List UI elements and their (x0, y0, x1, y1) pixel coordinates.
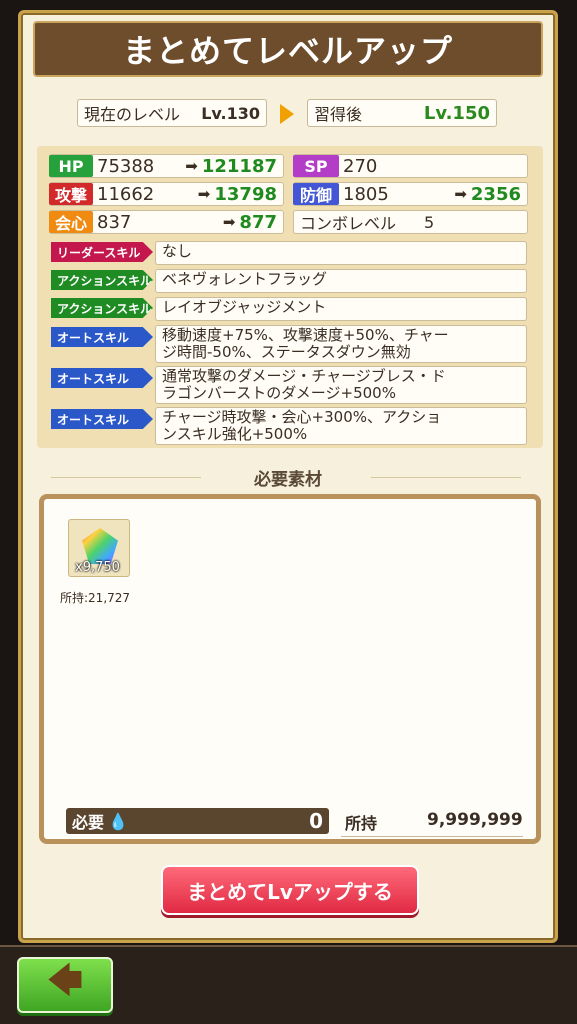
defense-to: 2356 (470, 183, 521, 205)
material-owned: 所持:21,727 (60, 591, 131, 605)
owned-label: 所持 (345, 814, 378, 833)
auto-skill-line: ンスキル強化+500% (162, 425, 308, 443)
auto-skill-text: 移動速度+75%、攻撃速度+50%、チャー ジ時間-50%、ステータスダウン無効 (155, 325, 527, 363)
defense-from: 1805 (343, 183, 389, 205)
stat-critical: 会心 837 ➡ 877 (49, 210, 284, 234)
materials-header-label: 必要素材 (244, 464, 332, 490)
critical-to: 877 (239, 211, 277, 233)
back-arrow-icon: 🡄 (47, 960, 83, 1001)
defense-tag: 防御 (293, 183, 339, 205)
arrow-right-icon (280, 104, 294, 124)
page-title: まとめてレベルアップ (122, 32, 453, 70)
auto-skill-text: 通常攻撃のダメージ・チャージブレス・ド ラゴンバーストのダメージ+500% (155, 366, 527, 404)
footer-bar: 🡄 (0, 945, 577, 1024)
after-level-label: 習得後 (314, 105, 363, 124)
hp-from: 75388 (97, 155, 155, 177)
hp-tag: HP (49, 155, 93, 177)
current-level-box: 現在のレベル Lv.130 (77, 99, 267, 127)
attack-tag: 攻撃 (49, 183, 93, 205)
auto-skill-line: 通常攻撃のダメージ・チャージブレス・ド (162, 367, 446, 385)
arrow-right-icon: ➡ (185, 157, 198, 175)
auto-skill-line: 移動速度+75%、攻撃速度+50%、チャー (162, 326, 449, 344)
current-level-value: Lv.130 (201, 103, 260, 123)
arrow-right-icon: ➡ (197, 185, 211, 203)
materials-box: x9,750 所持:21,727 必要 💧 0 所持 9,999,999 (39, 494, 541, 844)
leader-skill-text: なし (155, 241, 527, 265)
auto-skill-line: ラゴンバーストのダメージ+500% (162, 384, 396, 402)
action-skill-tag: アクションスキル (51, 298, 153, 318)
combo-level-label: コンボレベル (300, 214, 397, 233)
auto-skill-tag: オートスキル (51, 368, 153, 388)
stats-panel: HP 75388 ➡ 121187 SP 270 攻撃 11662 ➡ 1379… (37, 146, 543, 448)
auto-skill-tag: オートスキル (51, 327, 153, 347)
after-level-value: Lv.150 (423, 102, 490, 124)
auto-skill-tag: オートスキル (51, 409, 153, 429)
stat-hp: HP 75388 ➡ 121187 (49, 154, 284, 178)
attack-to: 13798 (214, 183, 277, 205)
arrow-right-icon: ➡ (222, 213, 236, 231)
action-skill-text: ベネヴォレントフラッグ (155, 269, 527, 293)
auto-skill-text: チャージ時攻撃・会心+300%、アクショ ンスキル強化+500% (155, 407, 527, 445)
sp-value: 270 (343, 155, 378, 177)
auto-skill-line: ジ時間-50%、ステータスダウン無効 (162, 343, 411, 361)
sp-tag: SP (293, 155, 339, 177)
after-level-box: 習得後 Lv.150 (307, 99, 497, 127)
title-bar: まとめてレベルアップ (33, 21, 543, 77)
leader-skill-tag: リーダースキル (51, 242, 153, 262)
combo-level-value: 5 (424, 212, 435, 232)
level-up-panel: まとめてレベルアップ 現在のレベル Lv.130 習得後 Lv.150 HP 7… (18, 10, 558, 943)
material-item[interactable]: x9,750 (68, 519, 130, 577)
water-drop-icon: 💧 (108, 811, 128, 831)
arrow-right-icon: ➡ (454, 185, 467, 203)
stat-attack: 攻撃 11662 ➡ 13798 (49, 182, 284, 206)
divider (371, 477, 521, 478)
hp-to: 121187 (201, 155, 277, 177)
level-row: 現在のレベル Lv.130 習得後 Lv.150 (77, 99, 507, 129)
action-skill-tag: アクションスキル (51, 270, 153, 290)
critical-tag: 会心 (49, 211, 93, 233)
auto-skill-line: チャージ時攻撃・会心+300%、アクショ (162, 408, 442, 426)
current-level-label: 現在のレベル (84, 105, 181, 124)
required-label: 必要 (72, 813, 105, 832)
rainbow-crystal-icon (82, 528, 118, 564)
back-button[interactable]: 🡄 (17, 957, 113, 1013)
stat-defense: 防御 1805 ➡ 2356 (293, 182, 528, 206)
stat-combo-level: コンボレベル 5 (293, 210, 528, 234)
materials-header: 必要素材 (21, 464, 555, 490)
stat-sp: SP 270 (293, 154, 528, 178)
critical-from: 837 (97, 211, 132, 233)
required-bar: 必要 💧 0 (66, 808, 329, 834)
divider (341, 836, 523, 837)
required-value: 0 (309, 809, 323, 833)
divider (51, 477, 201, 478)
action-skill-text: レイオブジャッジメント (155, 297, 527, 321)
attack-from: 11662 (97, 183, 155, 205)
bulk-level-up-button[interactable]: まとめてLvアップする (161, 865, 419, 915)
owned-value: 9,999,999 (427, 810, 523, 830)
material-quantity: x9,750 (75, 560, 120, 575)
